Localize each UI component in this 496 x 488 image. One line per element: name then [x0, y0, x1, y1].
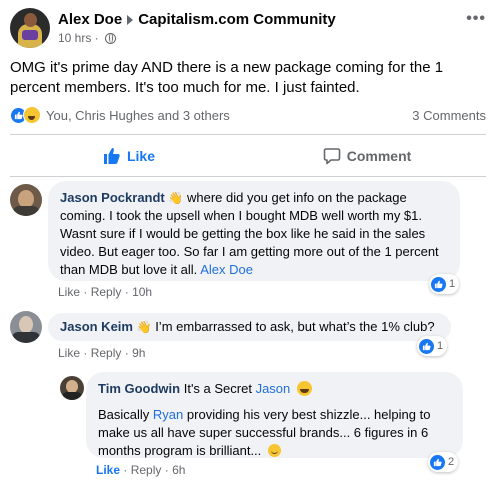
- comments-count[interactable]: 3 Comments: [412, 108, 486, 123]
- action-bar: Like Comment: [10, 136, 486, 176]
- comment-actions: Like · Reply · 9h: [58, 346, 145, 360]
- comment-button[interactable]: Comment: [248, 136, 486, 176]
- comment-like-button[interactable]: Like: [58, 346, 80, 360]
- thumbs-up-icon: [103, 148, 120, 164]
- like-reaction-icon: [430, 454, 445, 470]
- smile-emoji-icon: [267, 444, 281, 457]
- comment-reaction-count[interactable]: 1: [429, 274, 460, 294]
- reactions-text[interactable]: You, Chris Hughes and 3 others: [46, 108, 230, 123]
- author-line: Alex Doe Capitalism.com Community: [58, 11, 336, 28]
- reaction-count: 2: [448, 456, 455, 468]
- separator: ·: [83, 346, 88, 360]
- reaction-count: 1: [449, 278, 456, 290]
- wave-emoji: 👋: [168, 191, 184, 205]
- comment-like-button[interactable]: Like: [58, 285, 80, 299]
- comment-time[interactable]: 6h: [172, 463, 185, 477]
- comment-text: I’m embarrassed to ask, but what’s the 1…: [155, 319, 435, 334]
- separator: ·: [124, 285, 129, 299]
- like-reaction-icon: [431, 276, 446, 292]
- comment-reply-button[interactable]: Reply: [91, 285, 122, 299]
- wave-emoji: 👋: [136, 320, 152, 334]
- divider: [10, 176, 486, 177]
- comment-bubble: Jason Keim 👋 I’m embarrassed to ask, but…: [48, 313, 451, 341]
- commenter-avatar[interactable]: [10, 184, 42, 216]
- comment-button-label: Comment: [346, 148, 412, 164]
- comment-bubble: Jason Pockrandt 👋 where did you get info…: [48, 181, 460, 281]
- author-avatar[interactable]: [10, 8, 50, 48]
- arrow-right-icon: [127, 14, 134, 25]
- reaction-icons[interactable]: [10, 106, 41, 124]
- separator: ·: [123, 463, 128, 477]
- comment-text: It's a Secret: [183, 381, 252, 396]
- comment-time[interactable]: 9h: [132, 346, 145, 360]
- separator: ·: [124, 346, 129, 360]
- comment-icon: [323, 148, 341, 165]
- comment-reaction-count[interactable]: 2: [428, 452, 459, 472]
- commenter-name[interactable]: Tim Goodwin: [98, 381, 180, 396]
- separator: ·: [164, 463, 169, 477]
- commenter-name[interactable]: Jason Pockrandt: [60, 190, 165, 205]
- post-time[interactable]: 10 hrs ·: [58, 31, 99, 45]
- comment-reply-button[interactable]: Reply: [91, 346, 122, 360]
- post-header: Alex Doe Capitalism.com Community 10 hrs…: [10, 8, 486, 48]
- like-button[interactable]: Like: [10, 136, 248, 176]
- laughing-emoji-icon: [296, 381, 312, 396]
- mention-link[interactable]: Ryan: [153, 407, 183, 422]
- commenter-name[interactable]: Jason Keim: [60, 319, 133, 334]
- post-meta: 10 hrs ·: [58, 31, 116, 45]
- comment-reaction-count[interactable]: 1: [417, 336, 448, 356]
- comment-time[interactable]: 10h: [132, 285, 152, 299]
- commenter-avatar[interactable]: [60, 376, 84, 400]
- like-button-label: Like: [126, 148, 155, 164]
- comment-text: Basically: [98, 407, 150, 422]
- comment-reply-button[interactable]: Reply: [131, 463, 162, 477]
- like-reaction-icon: [419, 338, 434, 354]
- haha-reaction-icon: [23, 106, 41, 124]
- globe-icon: [104, 32, 116, 44]
- divider: [10, 134, 486, 135]
- post-text: OMG it's prime day AND there is a new pa…: [10, 59, 444, 96]
- comment-like-button[interactable]: Like: [96, 463, 120, 477]
- separator: ·: [83, 285, 88, 299]
- reaction-count: 1: [437, 340, 444, 352]
- author-name[interactable]: Alex Doe: [58, 11, 122, 28]
- comment-paragraph: Basically Ryan providing his very best s…: [98, 406, 451, 460]
- mention-link[interactable]: Alex Doe: [200, 262, 253, 277]
- more-options-icon[interactable]: •••: [466, 10, 486, 28]
- mention-link[interactable]: Jason: [256, 381, 291, 396]
- commenter-avatar[interactable]: [10, 311, 42, 343]
- comment-bubble: Tim Goodwin It's a Secret Jason Basicall…: [86, 372, 463, 458]
- reactions-summary: You, Chris Hughes and 3 others 3 Comment…: [10, 105, 486, 125]
- comment-actions: Like · Reply · 10h: [58, 285, 152, 299]
- comment-actions: Like · Reply · 6h: [96, 463, 185, 477]
- group-name[interactable]: Capitalism.com Community: [138, 11, 336, 28]
